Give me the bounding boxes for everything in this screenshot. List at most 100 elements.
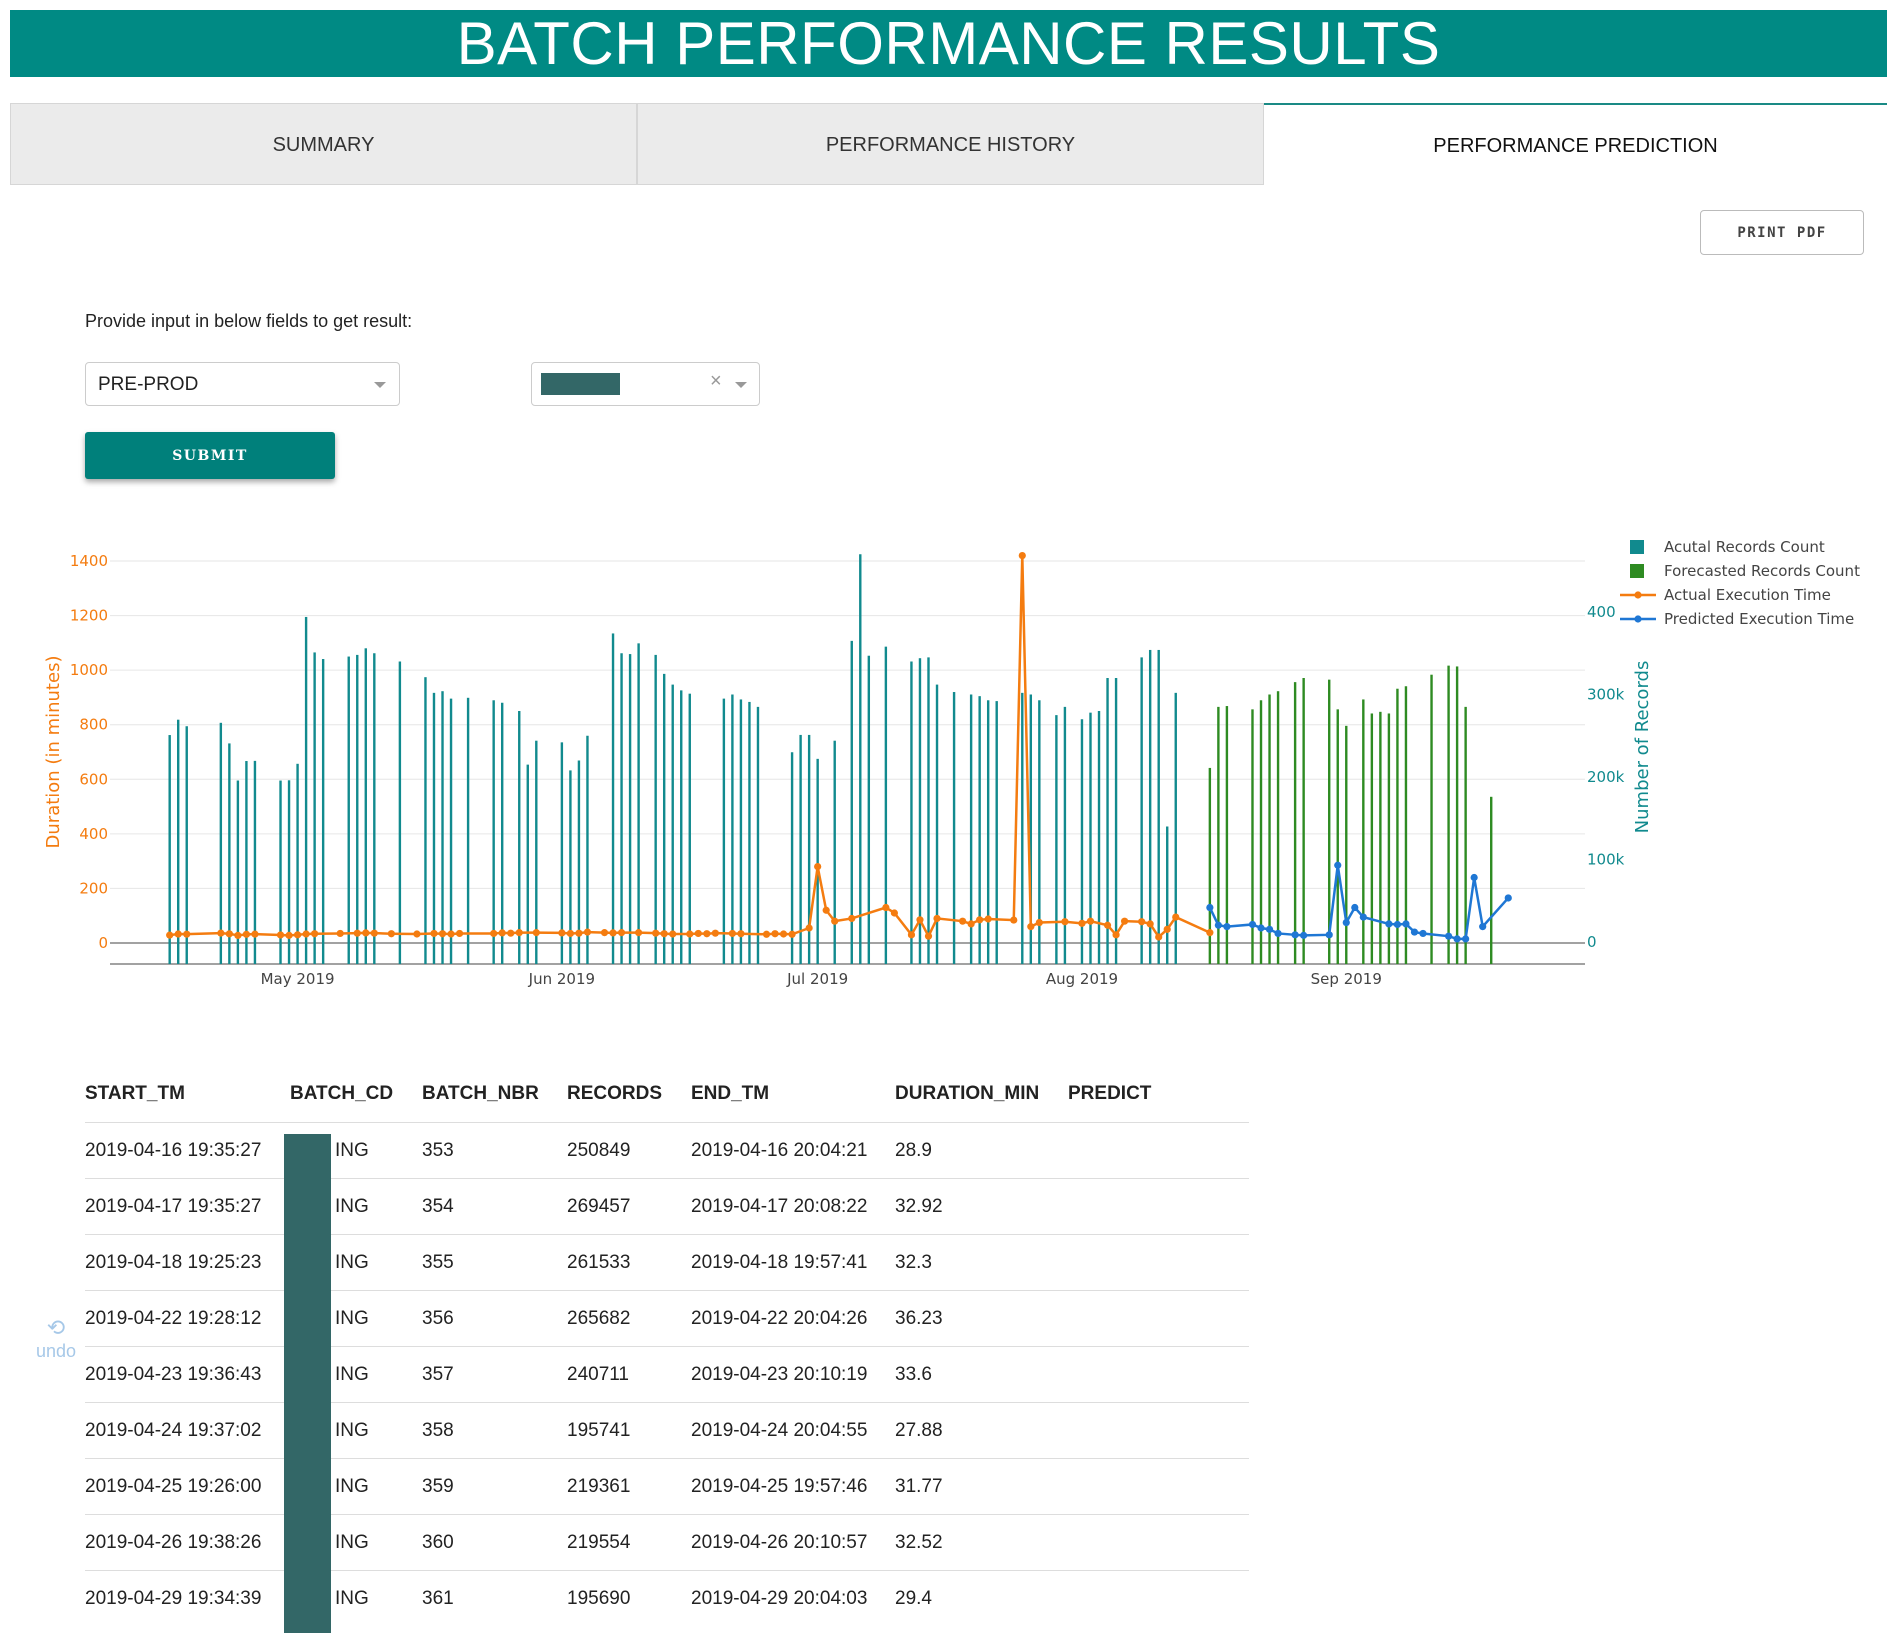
table-cell-start-tm: 2019-04-23 19:36:43	[85, 1346, 290, 1403]
data-point	[1453, 935, 1461, 943]
table-cell-start-tm: 2019-04-22 19:28:12	[85, 1290, 290, 1347]
table-cell-start-tm: 2019-04-18 19:25:23	[85, 1234, 290, 1291]
data-point	[1027, 923, 1035, 931]
data-point	[285, 931, 293, 939]
data-point	[924, 932, 933, 940]
table-cell-duration-min: 27.88	[895, 1402, 1068, 1459]
data-point	[1138, 918, 1146, 926]
bar	[748, 701, 751, 964]
data-point	[1504, 894, 1512, 902]
bar	[466, 697, 470, 964]
bar	[688, 693, 691, 964]
y-left-tick-label: 600	[79, 770, 108, 788]
data-point	[1444, 932, 1453, 940]
data-point	[984, 915, 992, 923]
table-cell-end-tm: 2019-04-17 20:08:22	[691, 1178, 895, 1235]
table-row: 2019-04-26 19:38:26 ING 360 219554 2019-04-2…	[85, 1514, 1249, 1571]
bar	[398, 661, 402, 964]
data-point	[1351, 903, 1359, 912]
table-cell-predict	[1068, 1346, 1249, 1403]
data-point	[703, 930, 711, 938]
submit-button[interactable]: SUBMIT	[85, 432, 335, 479]
table-cell-batch-nbr: 361	[422, 1570, 567, 1626]
table-cell-records: 195741	[567, 1402, 691, 1459]
table-cell-batch-nbr: 354	[422, 1178, 567, 1235]
table-cell-batch-nbr: 353	[422, 1122, 567, 1179]
table-cell-duration-min: 32.3	[895, 1234, 1068, 1291]
table-cell-predict	[1068, 1402, 1249, 1459]
data-point	[515, 929, 523, 937]
data-point	[660, 930, 668, 938]
form-prompt: Provide input in below fields to get res…	[85, 311, 413, 331]
print-pdf-button[interactable]: PRINT PDF	[1700, 210, 1864, 255]
bar	[952, 692, 956, 964]
chevron-down-icon[interactable]	[374, 382, 386, 388]
data-point	[882, 903, 890, 912]
data-point	[1274, 929, 1282, 938]
data-point	[635, 929, 643, 937]
bar	[1166, 826, 1169, 964]
data-point	[1120, 917, 1129, 925]
table-row: 2019-04-16 19:35:27 ING 353 250849 2019-04-1…	[85, 1122, 1249, 1179]
data-point	[1300, 931, 1308, 939]
data-point	[617, 929, 626, 937]
table-cell-predict	[1068, 1514, 1249, 1571]
table-cell-end-tm: 2019-04-29 20:04:03	[691, 1570, 895, 1626]
bar	[671, 684, 674, 964]
batch-select[interactable]: ×	[531, 362, 760, 406]
table-header-row: START_TM BATCH_CD BATCH_NBR RECORDS END_…	[85, 1065, 1249, 1123]
data-point	[302, 930, 310, 938]
table-cell-batch-nbr: 356	[422, 1290, 567, 1347]
table-row: 2019-04-17 19:35:27 ING 354 269457 2019-04-1…	[85, 1178, 1249, 1235]
table-row: 2019-04-22 19:28:12 ING 356 265682 2019-04-2…	[85, 1290, 1249, 1347]
chevron-down-icon[interactable]	[735, 382, 747, 388]
data-point	[686, 930, 694, 938]
table-cell-predict	[1068, 1458, 1249, 1515]
bar	[449, 698, 453, 964]
data-point	[413, 930, 421, 938]
table-cell-end-tm: 2019-04-26 20:10:57	[691, 1514, 895, 1571]
bar	[1370, 713, 1374, 964]
data-point	[1410, 928, 1419, 936]
table-cell-start-tm: 2019-04-29 19:34:39	[85, 1570, 290, 1626]
tab-performance-history[interactable]: PERFORMANCE HISTORY	[637, 103, 1264, 185]
data-point	[669, 930, 677, 938]
data-point	[652, 929, 660, 937]
bar	[816, 758, 819, 964]
x-tick-label: Sep 2019	[1311, 970, 1382, 988]
data-point	[455, 929, 464, 938]
data-point	[1325, 931, 1333, 939]
bar	[168, 735, 171, 964]
data-point	[532, 929, 540, 937]
undo-button[interactable]: ⟲ undo	[36, 1315, 76, 1362]
table-cell-records: 265682	[567, 1290, 691, 1347]
tab-summary[interactable]: SUMMARY	[10, 103, 637, 185]
redacted-batch-value	[541, 373, 620, 395]
data-point	[353, 929, 361, 937]
data-point	[711, 929, 719, 937]
bar	[927, 657, 930, 964]
undo-icon: ⟲	[46, 1315, 66, 1340]
data-point	[907, 931, 916, 939]
bar	[867, 655, 871, 964]
data-point	[583, 928, 592, 936]
bar	[373, 653, 376, 964]
data-point	[1265, 925, 1274, 933]
tab-performance-prediction[interactable]: PERFORMANCE PREDICTION	[1264, 103, 1887, 185]
table-cell-records: 261533	[567, 1234, 691, 1291]
clear-icon[interactable]: ×	[710, 370, 722, 393]
bar	[680, 690, 683, 964]
performance-chart: 0 200 400 600 800 1000 1200 1400 0 100k 200k 300k 40…	[43, 538, 1860, 988]
table-cell-end-tm: 2019-04-24 20:04:55	[691, 1402, 895, 1459]
table-cell-start-tm: 2019-04-25 19:26:00	[85, 1458, 290, 1515]
environment-select[interactable]: PRE-PROD	[85, 362, 400, 406]
data-point	[183, 930, 191, 938]
data-point	[976, 916, 984, 924]
table-cell-predict	[1068, 1234, 1249, 1291]
data-point	[831, 917, 839, 925]
bar	[731, 694, 734, 964]
data-point	[1223, 923, 1231, 931]
data-point	[779, 930, 788, 938]
data-point	[959, 917, 967, 925]
legend-label: Acutal Records Count	[1664, 538, 1825, 556]
